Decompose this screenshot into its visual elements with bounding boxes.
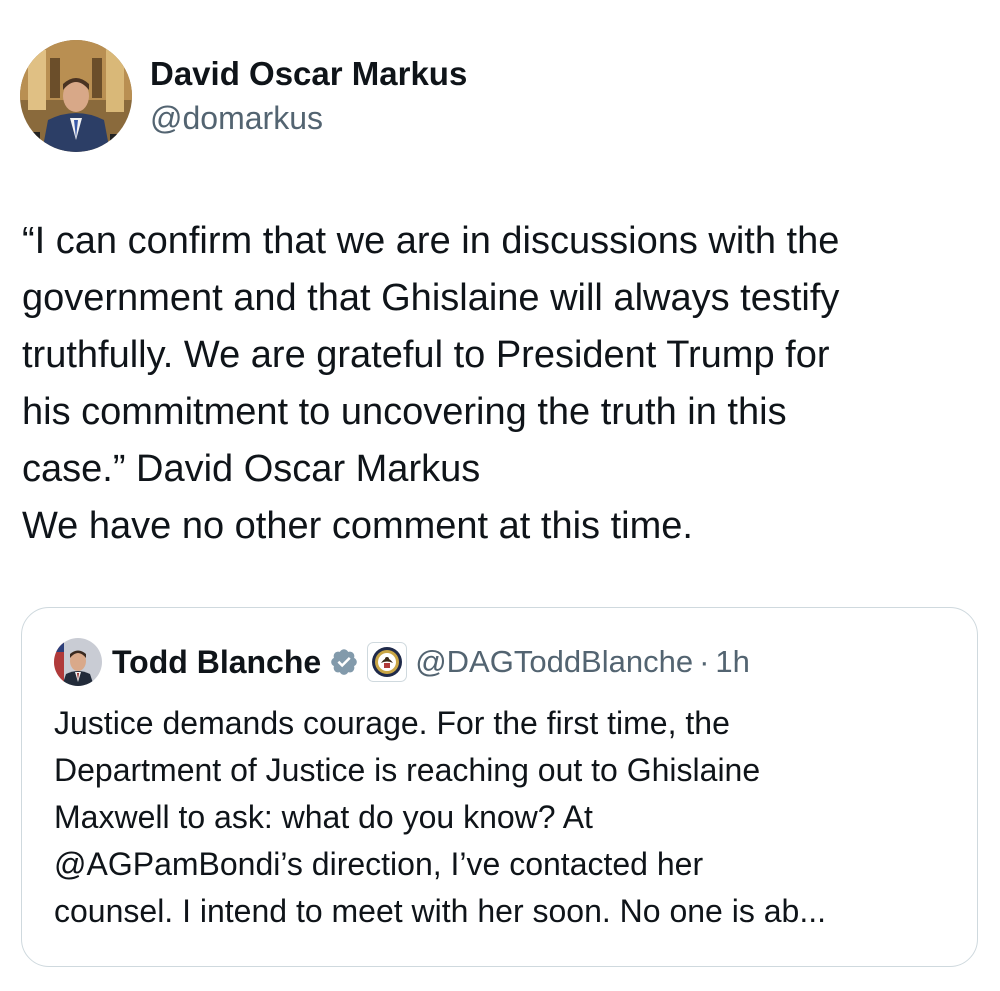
quoted-tweet-header: Todd Blanche @DAGToddBlanche · 1h xyxy=(54,638,750,686)
tweet-author-header: David Oscar Markus @domarkus xyxy=(20,40,467,152)
quoted-text-line: Department of Justice is reaching out to… xyxy=(54,752,761,788)
quoted-profile-photo-icon xyxy=(54,638,102,686)
tweet-text-line: government and that Ghislaine will alway… xyxy=(22,277,840,319)
quoted-text-line: @AGPamBondi’s direction, I’ve contacted … xyxy=(54,846,704,882)
verified-badge-icon xyxy=(331,649,357,675)
author-handle[interactable]: @domarkus xyxy=(150,98,467,138)
tweet-text-line: “I can confirm that we are in discussion… xyxy=(22,220,840,262)
tweet-text-line: truthfully. We are grateful to President… xyxy=(22,334,830,376)
quoted-tweet-timestamp[interactable]: 1h xyxy=(715,644,749,680)
quoted-text-line: Maxwell to ask: what do you know? At xyxy=(54,799,593,835)
quoted-text-line: Justice demands courage. For the first t… xyxy=(54,705,730,741)
quoted-tweet-body: Justice demands courage. For the first t… xyxy=(54,700,954,935)
author-display-name[interactable]: David Oscar Markus xyxy=(150,54,467,94)
quoted-text-line: counsel. I intend to meet with her soon.… xyxy=(54,893,826,929)
tweet-text-line: his commitment to uncovering the truth i… xyxy=(22,391,787,433)
author-avatar[interactable] xyxy=(20,40,132,152)
tweet-text-line: case.” David Oscar Markus xyxy=(22,448,481,490)
tweet-body: “I can confirm that we are in discussion… xyxy=(22,213,982,555)
quoted-author-avatar[interactable] xyxy=(54,638,102,686)
tweet-text-line: We have no other comment at this time. xyxy=(22,505,693,547)
separator-dot: · xyxy=(699,644,710,679)
doj-seal-icon xyxy=(367,642,408,682)
quoted-author-handle[interactable]: @DAGToddBlanche xyxy=(415,644,693,680)
quoted-tweet-card[interactable]: Todd Blanche @DAGToddBlanche · 1h Justic… xyxy=(21,607,978,967)
quoted-author-display-name[interactable]: Todd Blanche xyxy=(112,644,321,681)
profile-photo-icon xyxy=(20,40,132,152)
